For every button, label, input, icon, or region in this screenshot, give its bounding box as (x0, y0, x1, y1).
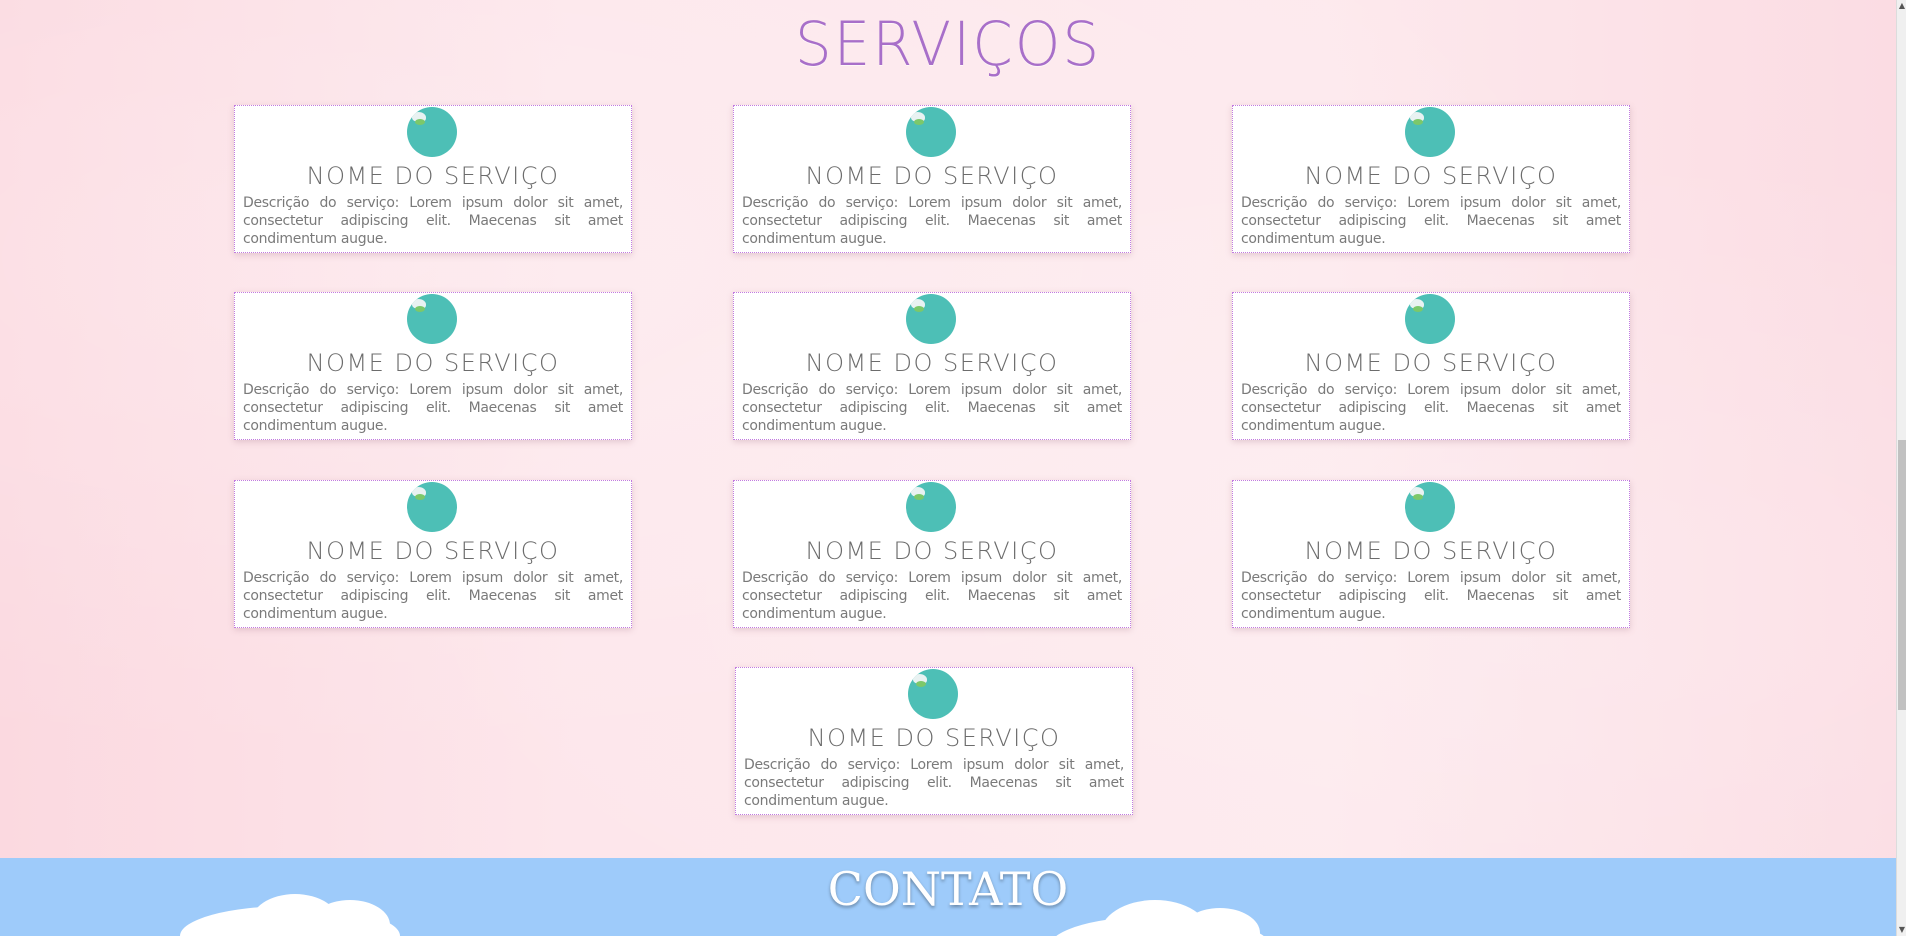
service-card: NOME DO SERVIÇO Descrição do serviço: Lo… (733, 105, 1131, 253)
globe-icon (1405, 294, 1455, 344)
service-card: NOME DO SERVIÇO Descrição do serviço: Lo… (1232, 480, 1630, 628)
globe-icon (1405, 482, 1455, 532)
service-card: NOME DO SERVIÇO Descrição do serviço: Lo… (234, 480, 632, 628)
service-title: NOME DO SERVIÇO (805, 537, 1059, 565)
service-description: Descrição do serviço: Lorem ipsum dolor … (742, 570, 1122, 622)
service-title: NOME DO SERVIÇO (306, 349, 560, 377)
service-card: NOME DO SERVIÇO Descrição do serviço: Lo… (1232, 105, 1630, 253)
contact-section: CONTATO (0, 858, 1896, 936)
scroll-up-icon[interactable]: ▲ (1898, 0, 1906, 12)
service-description: Descrição do serviço: Lorem ipsum dolor … (243, 570, 623, 622)
globe-icon (407, 107, 457, 157)
service-title: NOME DO SERVIÇO (306, 537, 560, 565)
globe-icon (906, 107, 956, 157)
service-description: Descrição do serviço: Lorem ipsum dolor … (744, 757, 1124, 809)
service-description: Descrição do serviço: Lorem ipsum dolor … (243, 382, 623, 434)
section-title: SERVIÇOS (794, 8, 1102, 80)
globe-icon (407, 482, 457, 532)
service-card: NOME DO SERVIÇO Descrição do serviço: Lo… (234, 105, 632, 253)
globe-icon (906, 482, 956, 532)
scroll-down-icon[interactable]: ▼ (1898, 924, 1906, 936)
service-description: Descrição do serviço: Lorem ipsum dolor … (1241, 382, 1621, 434)
scrollbar-thumb[interactable] (1898, 440, 1906, 710)
globe-icon (407, 294, 457, 344)
globe-icon (1405, 107, 1455, 157)
contact-title: CONTATO (827, 862, 1069, 916)
service-card: NOME DO SERVIÇO Descrição do serviço: Lo… (1232, 292, 1630, 440)
globe-icon (908, 669, 958, 719)
globe-icon (906, 294, 956, 344)
service-description: Descrição do serviço: Lorem ipsum dolor … (243, 195, 623, 247)
service-card: NOME DO SERVIÇO Descrição do serviço: Lo… (733, 480, 1131, 628)
service-title: NOME DO SERVIÇO (807, 724, 1061, 752)
service-card: NOME DO SERVIÇO Descrição do serviço: Lo… (234, 292, 632, 440)
vertical-scrollbar[interactable]: ▲ ▼ (1896, 0, 1906, 936)
service-title: NOME DO SERVIÇO (306, 162, 560, 190)
service-card: NOME DO SERVIÇO Descrição do serviço: Lo… (735, 667, 1133, 815)
service-title: NOME DO SERVIÇO (1304, 349, 1558, 377)
service-description: Descrição do serviço: Lorem ipsum dolor … (742, 195, 1122, 247)
service-title: NOME DO SERVIÇO (805, 162, 1059, 190)
service-description: Descrição do serviço: Lorem ipsum dolor … (742, 382, 1122, 434)
service-card: NOME DO SERVIÇO Descrição do serviço: Lo… (733, 292, 1131, 440)
service-description: Descrição do serviço: Lorem ipsum dolor … (1241, 570, 1621, 622)
service-title: NOME DO SERVIÇO (1304, 162, 1558, 190)
service-title: NOME DO SERVIÇO (805, 349, 1059, 377)
service-description: Descrição do serviço: Lorem ipsum dolor … (1241, 195, 1621, 247)
service-title: NOME DO SERVIÇO (1304, 537, 1558, 565)
